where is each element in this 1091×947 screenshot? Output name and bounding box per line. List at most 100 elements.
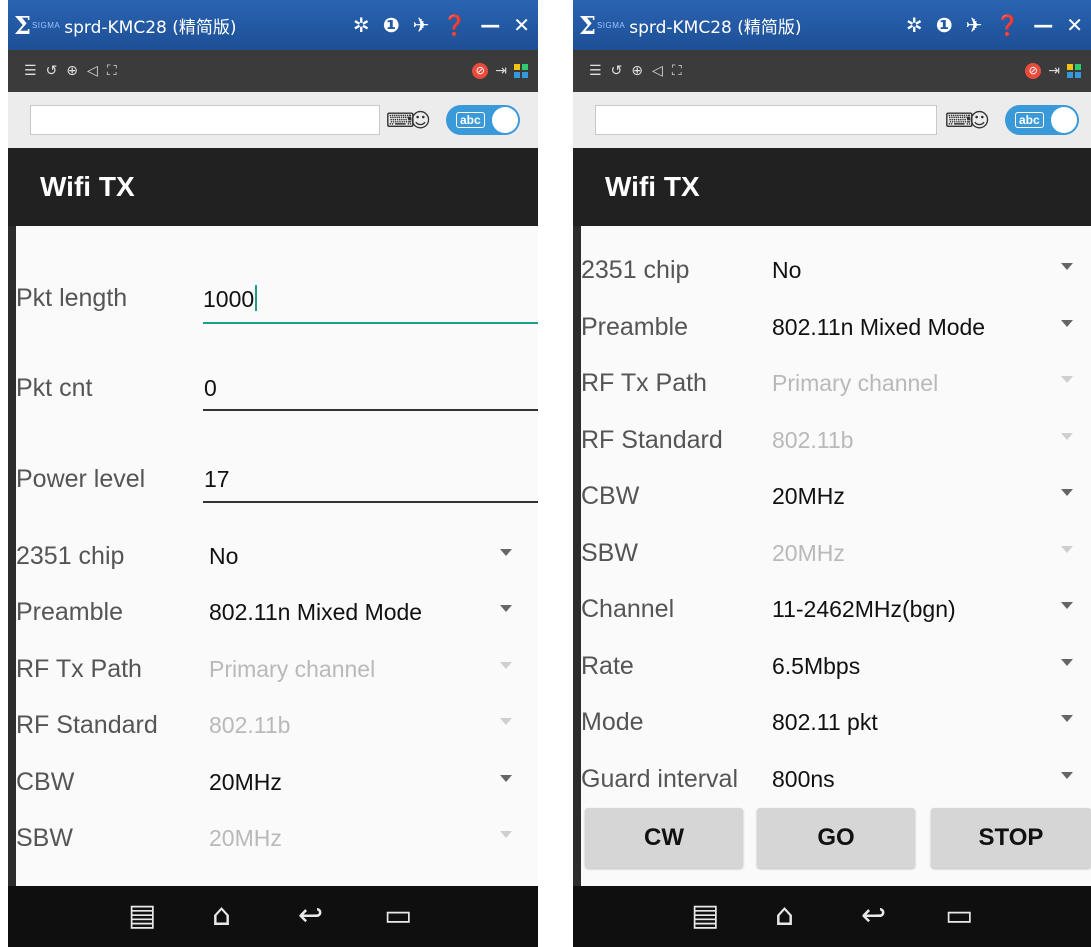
help-icon[interactable]: ❓ <box>442 13 467 37</box>
spinner-label: SBW <box>581 539 638 567</box>
spinner-value: 802.11n Mixed Mode <box>209 599 423 625</box>
spinner-rf-tx-path: RF Tx Path Primary channel <box>16 645 538 695</box>
spinner-label: RF Standard <box>16 711 158 739</box>
cw-button[interactable]: CW <box>585 808 743 868</box>
spinner-preamble[interactable]: Preamble 802.11n Mixed Mode <box>16 588 538 638</box>
spinner-rate[interactable]: Rate 6.5Mbps <box>581 642 1091 692</box>
form-content: 2351 chip No Preamble 802.11n Mixed Mode… <box>581 226 1091 886</box>
form-content: Pkt length 1000 Pkt cnt 0 Power level 17… <box>16 226 538 886</box>
volume-icon[interactable]: ◁ <box>87 63 98 79</box>
rotate-icon[interactable]: ↺ <box>611 63 623 79</box>
back-icon[interactable]: ↩ <box>861 901 886 931</box>
input-toggle[interactable]: abc <box>446 105 520 135</box>
pin-icon[interactable]: ✈ <box>413 13 430 37</box>
close-icon[interactable]: ✕ <box>1066 13 1083 37</box>
fullscreen-icon[interactable]: ⛶ <box>107 63 117 79</box>
back-icon[interactable]: ↩ <box>298 901 323 931</box>
minimize-icon[interactable]: — <box>1033 13 1053 37</box>
spinner-2351-chip[interactable]: 2351 chip No <box>16 532 538 582</box>
field-pkt-length: Pkt length 1000 <box>16 274 538 324</box>
overview-icon[interactable]: ▭ <box>945 901 973 931</box>
rotate-icon[interactable]: ↺ <box>46 63 58 79</box>
emoji-icon[interactable]: ☺ <box>969 108 990 132</box>
exit-icon[interactable]: ⇥ <box>1048 63 1060 79</box>
dropdown-arrow-icon <box>1061 433 1073 440</box>
info-icon[interactable]: ❶ <box>936 13 953 37</box>
spinner-label: CBW <box>581 482 640 510</box>
dropdown-arrow-icon <box>500 831 512 838</box>
pkt-cnt-input[interactable]: 0 <box>204 375 217 402</box>
dropdown-arrow-icon <box>1061 715 1073 722</box>
text-input[interactable] <box>30 105 380 135</box>
app-bar: Wifi TX <box>573 148 1091 226</box>
pin-icon[interactable]: ✈ <box>966 13 983 37</box>
recent-apps-icon[interactable]: ▤ <box>691 901 719 931</box>
pkt-length-input[interactable]: 1000 <box>203 285 258 313</box>
home-icon[interactable]: ⌂ <box>212 901 231 931</box>
minimize-icon[interactable]: — <box>480 13 500 37</box>
spinner-value: 20MHz <box>772 540 845 566</box>
spinner-value: 802.11b <box>209 712 291 738</box>
spinner-label: RF Tx Path <box>16 655 142 683</box>
spinner-label: SBW <box>16 824 73 852</box>
volume-icon[interactable]: ◁ <box>652 63 663 79</box>
spinner-rf-standard: RF Standard 802.11b <box>581 416 1091 466</box>
spinner-value: 20MHz <box>209 825 282 851</box>
sigma-logo-text: SIGMA <box>31 20 61 30</box>
spinner-cbw[interactable]: CBW 20MHz <box>581 472 1091 522</box>
spinner-cbw[interactable]: CBW 20MHz <box>16 758 538 808</box>
apps-grid-icon[interactable] <box>514 64 528 78</box>
toggle-knob <box>492 107 518 133</box>
spinner-sbw: SBW 20MHz <box>16 814 538 864</box>
window-titlebar[interactable]: Σ SIGMA sprd-KMC28 (精简版) ✲ ❶ ✈ ❓ — ✕ <box>8 0 538 50</box>
fullscreen-icon[interactable]: ⛶ <box>672 63 682 79</box>
block-icon[interactable]: ⊘ <box>1025 63 1042 79</box>
overview-icon[interactable]: ▭ <box>384 901 412 931</box>
emulator-toolbar: ☰ ↺ ⊕ ◁ ⛶ ⊘ ⇥ <box>573 50 1091 92</box>
window-titlebar[interactable]: Σ SIGMA sprd-KMC28 (精简版) ✲ ❶ ✈ ❓ — ✕ <box>573 0 1091 50</box>
field-power-level: Power level 17 <box>16 455 538 505</box>
dropdown-arrow-icon <box>1061 376 1073 383</box>
menu-icon[interactable]: ☰ <box>589 63 602 79</box>
page-title: Wifi TX <box>40 171 135 202</box>
apps-grid-icon[interactable] <box>1067 64 1081 78</box>
input-underline <box>203 501 538 503</box>
zoom-icon[interactable]: ⊕ <box>631 63 643 79</box>
recent-apps-icon[interactable]: ▤ <box>128 901 156 931</box>
spinner-2351-chip[interactable]: 2351 chip No <box>581 246 1091 296</box>
spinner-preamble[interactable]: Preamble 802.11n Mixed Mode <box>581 303 1091 353</box>
spinner-label: 2351 chip <box>16 542 125 570</box>
sigma-logo: Σ <box>14 10 31 40</box>
help-icon[interactable]: ❓ <box>995 13 1020 37</box>
spinner-guard-interval[interactable]: Guard interval 800ns <box>581 755 1091 805</box>
spinner-label: Channel <box>581 595 675 623</box>
emulator-toolbar: ☰ ↺ ⊕ ◁ ⛶ ⊘ ⇥ <box>8 50 538 92</box>
stop-button[interactable]: STOP <box>931 808 1091 868</box>
field-label: Pkt cnt <box>16 374 93 402</box>
home-icon[interactable]: ⌂ <box>775 901 794 931</box>
dropdown-arrow-icon <box>1061 546 1073 553</box>
spinner-mode[interactable]: Mode 802.11 pkt <box>581 698 1091 748</box>
zoom-icon[interactable]: ⊕ <box>66 63 78 79</box>
spinner-sbw: SBW 20MHz <box>581 529 1091 579</box>
block-icon[interactable]: ⊘ <box>472 63 489 79</box>
gear-icon[interactable]: ✲ <box>353 13 370 37</box>
text-input[interactable] <box>595 105 937 135</box>
spinner-value: 6.5Mbps <box>772 653 861 679</box>
go-button[interactable]: GO <box>757 808 915 868</box>
dropdown-arrow-icon <box>1061 659 1073 666</box>
input-toggle[interactable]: abc <box>1005 105 1079 135</box>
page-title: Wifi TX <box>605 171 700 202</box>
gear-icon[interactable]: ✲ <box>906 13 923 37</box>
android-navbar: ▤ ⌂ ↩ ▭ <box>573 886 1091 947</box>
window-title: sprd-KMC28 (精简版) <box>64 17 237 38</box>
spinner-channel[interactable]: Channel 11-2462MHz(bgn) <box>581 585 1091 635</box>
exit-icon[interactable]: ⇥ <box>495 63 507 79</box>
menu-icon[interactable]: ☰ <box>24 63 37 79</box>
emoji-icon[interactable]: ☺ <box>410 108 431 132</box>
spinner-rf-standard: RF Standard 802.11b <box>16 701 538 751</box>
spinner-label: Guard interval <box>581 765 739 793</box>
close-icon[interactable]: ✕ <box>513 13 530 37</box>
info-icon[interactable]: ❶ <box>383 13 400 37</box>
power-level-input[interactable]: 17 <box>204 466 230 493</box>
